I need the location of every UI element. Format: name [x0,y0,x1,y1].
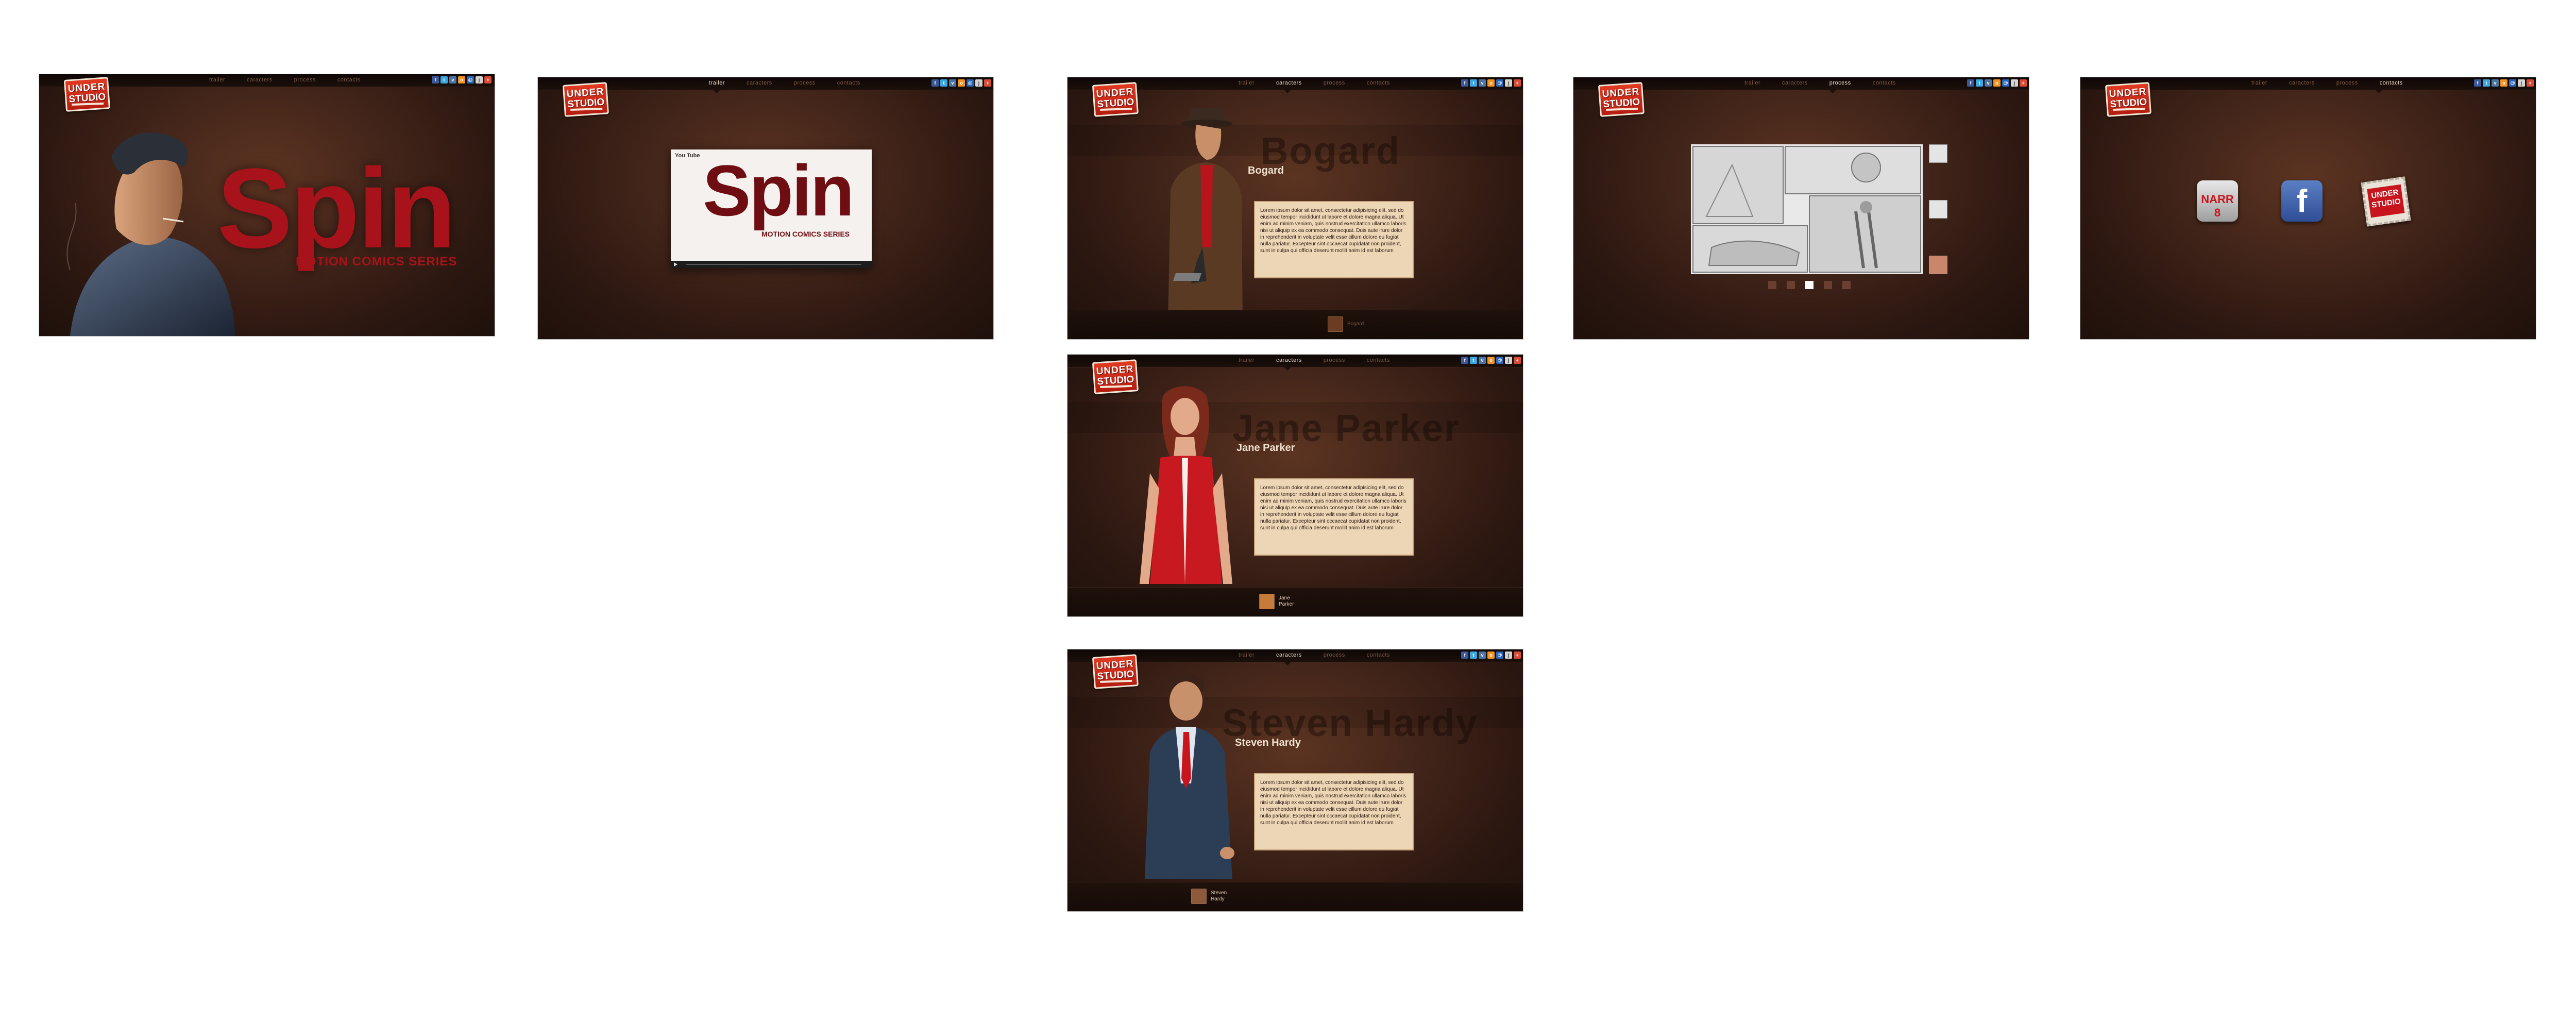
video-progress-bar[interactable] [686,264,861,265]
character-name: Bogard [1248,165,1284,176]
social-links: f t v o @ j + [931,79,991,87]
thumb-label-last: Hardy [1211,896,1225,902]
nav-active-caret [2375,90,2382,93]
plus-icon[interactable]: + [984,79,991,87]
odnoklassniki-icon[interactable]: o [2500,79,2507,87]
character-thumb-bar: Jane Parker [1067,587,1523,616]
thumb-jane[interactable] [1259,594,1275,609]
twitter-icon[interactable]: t [1976,79,1983,87]
character-description: Lorem ipsum dolor sit amet, consectetur … [1254,478,1414,556]
video-player[interactable]: You Tube Spin MOTION COMICS SERIES [671,149,872,268]
nav-contacts[interactable]: contacts [2380,80,2403,86]
vkontakte-icon[interactable]: v [2492,79,2499,87]
screen-contacts: trailer caracters process contacts f t v… [2080,77,2536,339]
nav-process[interactable]: process [1829,80,1851,86]
process-thumb[interactable] [1929,200,1947,219]
narr8-icon[interactable]: NARR 8 [2197,180,2238,222]
facebook-icon[interactable]: f [931,79,939,87]
pager-dot[interactable] [1787,281,1795,289]
under-studio-logo[interactable]: UNDER STUDIO [562,82,609,118]
youtube-logo: You Tube [675,153,700,159]
screen-character-jane: trailer caracters process contacts f t v… [1067,355,1523,616]
process-thumb[interactable] [1929,256,1947,274]
pager-dot-active[interactable] [1805,281,1814,289]
hero-title: Spin [217,145,456,272]
video-title: Spin [703,150,854,231]
twitter-icon[interactable]: t [940,79,947,87]
main-nav: trailer caracters process contacts [709,80,860,86]
mail-icon[interactable]: @ [967,79,974,87]
under-studio-logo[interactable]: UNDER STUDIO [2105,82,2151,118]
nav-trailer[interactable]: trailer [2251,80,2267,86]
livejournal-icon[interactable]: j [975,79,982,87]
facebook-icon[interactable]: f [1967,79,1974,87]
character-name: Steven Hardy [1235,737,1301,748]
vkontakte-icon[interactable]: v [1985,79,1992,87]
character-thumb-bar: Steven Hardy [1067,882,1523,911]
nav-caracters[interactable]: caracters [1782,80,1808,86]
under-studio-logo[interactable]: UNDER STUDIO [1598,82,1645,118]
process-thumb[interactable] [1929,144,1947,163]
video-subtitle: MOTION COMICS SERIES [761,230,850,238]
nav-trailer[interactable]: trailer [1744,80,1760,86]
thumb-bogard[interactable] [1328,316,1343,332]
video-controls[interactable] [671,261,872,268]
screen-trailer: trailer caracters process contacts f t v… [538,77,993,339]
nav-active-caret [1829,90,1836,93]
thumb-steven[interactable] [1191,889,1207,904]
mail-icon[interactable]: @ [2002,79,2009,87]
nav-trailer[interactable]: trailer [709,80,725,86]
twitter-icon[interactable]: t [2483,79,2490,87]
main-nav: trailer caracters process contacts [2251,80,2403,86]
nav-process[interactable]: process [794,80,816,86]
nav-contacts[interactable]: contacts [837,80,860,86]
character-thumb-bar: Bogard [1067,310,1523,339]
screen-character-steven: trailer caracters process contacts f t v… [1067,649,1523,911]
pager-dot[interactable] [1842,281,1851,289]
character-description: Lorem ipsum dolor sit amet, consectetur … [1254,201,1414,278]
play-icon[interactable] [674,262,677,266]
facebook-icon[interactable]: f [2474,79,2481,87]
livejournal-icon[interactable]: j [2518,79,2525,87]
livejournal-icon[interactable]: j [2011,79,2018,87]
social-links: f t v o @ j + [1967,79,2027,87]
thumb-label: Bogard [1347,321,1364,327]
mail-icon[interactable]: @ [2509,79,2516,87]
thumb-label-first: Jane [1279,595,1290,601]
pager-dot[interactable] [1824,281,1832,289]
screen-process: trailer caracters process contacts f t v… [1573,77,2029,339]
thumb-label-first: Steven [1211,890,1227,896]
plus-icon[interactable]: + [2020,79,2027,87]
screen-home: trailer caracters process contacts f t v… [39,74,495,336]
nav-process[interactable]: process [2336,80,2358,86]
nav-active-caret [713,90,720,93]
process-side-thumbs [1929,144,1947,274]
character-name: Jane Parker [1236,442,1295,454]
vkontakte-icon[interactable]: v [949,79,956,87]
odnoklassniki-icon[interactable]: o [958,79,965,87]
pager-dot[interactable] [1768,281,1776,289]
plus-icon[interactable]: + [2527,79,2534,87]
odnoklassniki-icon[interactable]: o [1993,79,2001,87]
thumb-label-last: Parker [1279,601,1294,607]
nav-caracters[interactable]: caracters [2289,80,2315,86]
main-nav: trailer caracters process contacts [1744,80,1896,86]
social-links: f t v o @ j + [2474,79,2534,87]
character-description: Lorem ipsum dolor sit amet, consectetur … [1254,773,1414,850]
storyboard-sketch[interactable] [1691,144,1923,274]
nav-caracters[interactable]: caracters [747,80,772,86]
nav-contacts[interactable]: contacts [1873,80,1896,86]
process-pager [1768,281,1851,289]
facebook-icon[interactable]: f [2281,180,2323,222]
hero-subtitle: MOTION COMICS SERIES [296,255,457,269]
under-studio-stamp-icon[interactable]: UNDER STUDIO [2361,176,2411,227]
screen-character-bogard: trailer caracters process contacts f t v… [1067,77,1523,339]
